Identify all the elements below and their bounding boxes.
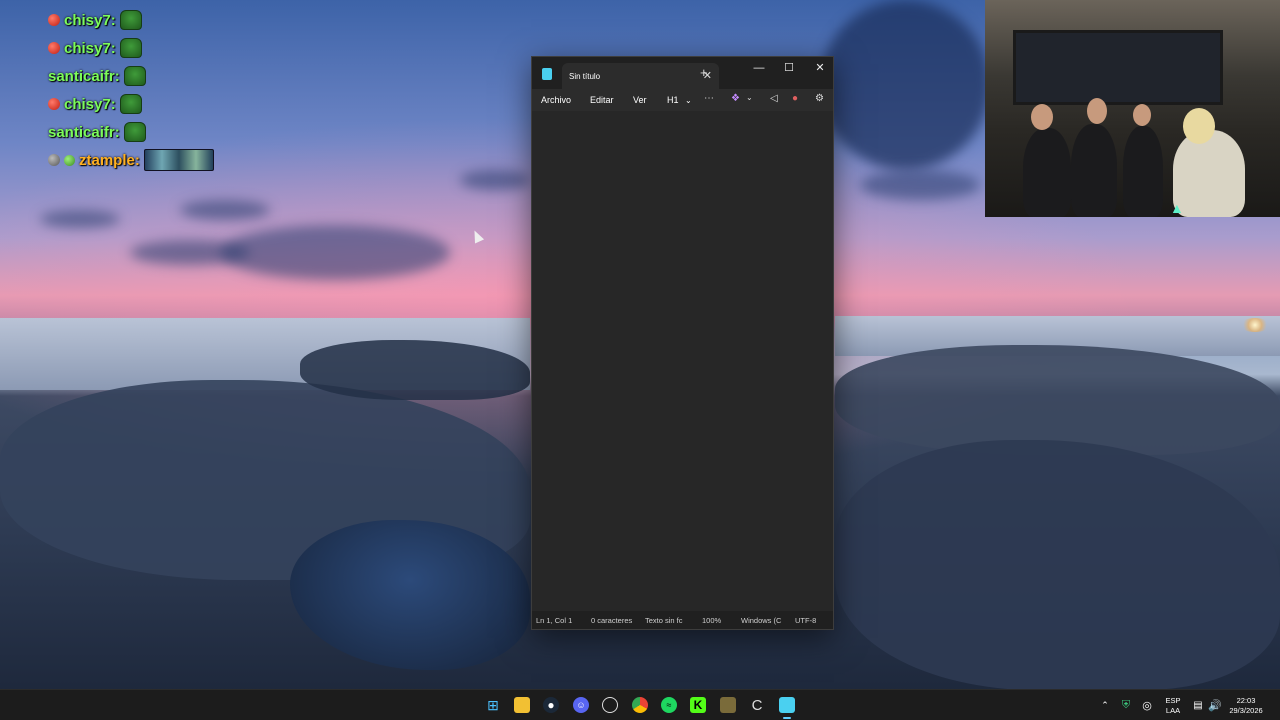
document-tab[interactable]: Sin título ✕ — [562, 63, 719, 89]
chat-username: chisy7: — [64, 39, 116, 57]
kick-icon[interactable]: K — [690, 697, 706, 713]
cursor-position: Ln 1, Col 1 — [536, 616, 573, 625]
chat-message: santicaifr: — [48, 118, 268, 146]
chat-username: ztample: — [79, 151, 140, 169]
pepe-emote-icon — [119, 94, 142, 114]
chat-message: santicaifr: — [48, 62, 268, 90]
notepad-app-icon — [542, 68, 552, 80]
clock-time: 22:03 — [1236, 696, 1256, 705]
title-bar[interactable]: Sin título ✕ + — ☐ ✕ — [532, 57, 833, 89]
menu-file[interactable]: Archivo — [541, 95, 571, 105]
chevron-up-icon[interactable]: ⌃ — [1097, 697, 1113, 713]
new-tab-icon[interactable]: + — [700, 65, 708, 80]
chevron-down-icon: ⌄ — [685, 96, 692, 105]
menu-edit[interactable]: Editar — [590, 95, 614, 105]
language-code: ESP — [1165, 696, 1181, 705]
notepad-taskbar-icon[interactable] — [779, 697, 795, 713]
chat-message: ztample: — [48, 146, 268, 174]
windows-start-icon[interactable]: ⊞ — [485, 697, 501, 713]
settings-gear-icon[interactable]: ⚙ — [815, 93, 824, 104]
chat-overlay: chisy7: chisy7: santicaifr: chisy7: sant… — [48, 6, 268, 174]
maximize-icon[interactable]: ☐ — [774, 59, 804, 77]
obs-icon[interactable] — [602, 697, 618, 713]
steam-icon[interactable]: ● — [543, 697, 559, 713]
language-indicator[interactable]: ESP LAA — [1162, 696, 1184, 716]
clock-date: 29/3/2026 — [1229, 706, 1263, 715]
webcam-background-window — [1013, 30, 1223, 105]
chat-username: chisy7: — [64, 11, 116, 29]
webcam-person — [1071, 124, 1117, 217]
close-window-icon[interactable]: ✕ — [805, 59, 835, 77]
webcam-person — [1123, 126, 1163, 217]
security-shield-icon[interactable]: ⛨ — [1118, 697, 1134, 713]
webcam-overlay: ▲ — [985, 0, 1280, 217]
chat-message: chisy7: — [48, 6, 268, 34]
active-app-indicator — [783, 717, 791, 719]
profile-avatar-icon[interactable]: ● — [792, 93, 798, 104]
pepe-emote-icon — [123, 66, 146, 86]
line-ending[interactable]: Windows (C — [741, 616, 783, 625]
subscriber-badge-icon — [48, 14, 60, 26]
webcam-person-head — [1183, 108, 1215, 144]
chat-message: chisy7: — [48, 90, 268, 118]
pepe-emote-icon — [119, 10, 142, 30]
keyboard-layout: LAA — [1165, 706, 1181, 715]
heading-dropdown[interactable]: H1 ⌄ — [667, 95, 692, 105]
notepad-window[interactable]: Sin título ✕ + — ☐ ✕ Archivo Editar Ver … — [531, 56, 834, 630]
chat-username: santicaifr: — [48, 123, 120, 141]
chevron-down-icon[interactable]: ⌄ — [746, 93, 753, 102]
clock[interactable]: 22:03 29/3/2026 — [1224, 696, 1268, 716]
webcam-person-head — [1087, 98, 1107, 124]
pepe-emote-icon — [119, 38, 142, 58]
pepe-emote-icon — [123, 122, 146, 142]
zoom-level[interactable]: 100% — [702, 616, 721, 625]
spotify-icon[interactable]: ≈ — [661, 697, 677, 713]
green-badge-icon — [64, 154, 75, 166]
chat-username: santicaifr: — [48, 67, 120, 85]
file-explorer-icon[interactable] — [514, 697, 530, 713]
status-bar: Ln 1, Col 1 0 caracteres Texto sin fc 10… — [532, 611, 833, 629]
chat-username: chisy7: — [64, 95, 116, 113]
copilot-icon[interactable]: ❖ — [731, 93, 740, 104]
text-format[interactable]: Texto sin fc — [645, 616, 685, 625]
minecraft-icon[interactable] — [720, 697, 736, 713]
subscriber-badge-icon — [48, 98, 60, 110]
streamer-logo-icon: ▲ — [1170, 200, 1184, 216]
more-options-icon[interactable]: ⋯ — [704, 93, 714, 104]
ccleaner-icon[interactable]: C — [749, 697, 765, 714]
mouse-cursor-icon — [469, 228, 485, 244]
chrome-icon[interactable] — [632, 697, 648, 713]
wide-emote-icon — [143, 149, 214, 171]
volume-icon[interactable]: 🔊 — [1207, 697, 1223, 713]
tab-title: Sin título — [569, 71, 601, 81]
heading-label: H1 — [667, 95, 679, 105]
menu-view[interactable]: Ver — [633, 95, 647, 105]
character-count: 0 caracteres — [591, 616, 633, 625]
taskbar: ⊞ ● ☺ ≈ K C ⌃ ⛨ ◎ ESP LAA ▤ 🔊 22:03 29/3… — [0, 689, 1280, 720]
gray-badge-icon — [48, 154, 60, 166]
chat-message: chisy7: — [48, 34, 268, 62]
announcement-icon[interactable]: ◁ — [770, 93, 778, 104]
text-editor-area[interactable] — [532, 111, 833, 611]
webcam-person-head — [1133, 104, 1151, 126]
minimize-icon[interactable]: — — [744, 59, 774, 77]
webcam-person — [1023, 128, 1071, 217]
subscriber-badge-icon — [48, 42, 60, 54]
network-icon[interactable]: ▤ — [1190, 697, 1206, 713]
discord-icon[interactable]: ☺ — [573, 697, 589, 713]
webcam-person-head — [1031, 104, 1053, 130]
encoding[interactable]: UTF-8 — [795, 616, 816, 625]
menu-bar: Archivo Editar Ver H1 ⌄ ⋯ ❖ ⌄ ◁ ● ⚙ — [532, 89, 833, 111]
microphone-icon[interactable]: ◎ — [1139, 697, 1155, 713]
